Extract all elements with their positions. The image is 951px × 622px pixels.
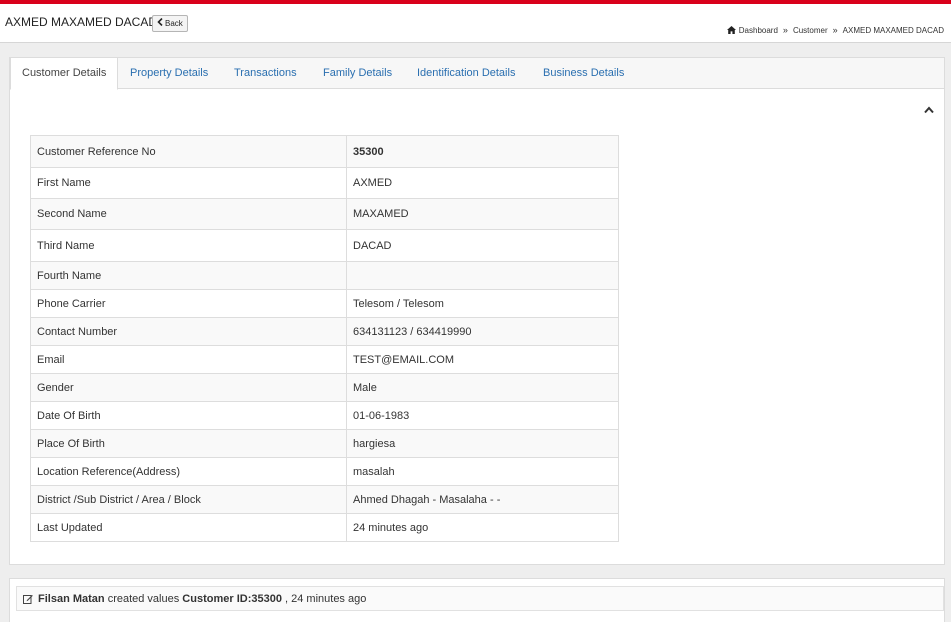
detail-value: Ahmed Dhagah - Masalaha - - <box>346 485 619 514</box>
chevron-up-icon <box>924 106 934 114</box>
table-row: Second Name MAXAMED <box>30 198 619 230</box>
table-row: Place Of Birth hargiesa <box>30 429 619 458</box>
detail-value: 35300 <box>346 135 619 168</box>
activity-time: , 24 minutes ago <box>285 592 367 605</box>
activity-panel: Filsan Matan created values Customer ID:… <box>9 578 945 622</box>
detail-label: First Name <box>30 167 347 199</box>
detail-value: TEST@EMAIL.COM <box>346 345 619 374</box>
detail-label: District /Sub District / Area / Block <box>30 485 347 514</box>
detail-value: masalah <box>346 457 619 486</box>
table-row: First Name AXMED <box>30 167 619 199</box>
detail-label: Fourth Name <box>30 261 347 290</box>
tab-transactions[interactable]: Transactions <box>223 58 308 88</box>
detail-label: Third Name <box>30 229 347 262</box>
tab-property-details[interactable]: Property Details <box>119 58 219 88</box>
detail-label: Location Reference(Address) <box>30 457 347 486</box>
detail-label: Second Name <box>30 198 347 230</box>
detail-label: Email <box>30 345 347 374</box>
detail-value: 634131123 / 634419990 <box>346 317 619 346</box>
breadcrumb-current: AXMED MAXAMED DACAD <box>842 25 944 35</box>
home-icon <box>726 26 736 34</box>
detail-label: Phone Carrier <box>30 289 347 318</box>
table-row: Date Of Birth 01-06-1983 <box>30 401 619 430</box>
table-row: Last Updated 24 minutes ago <box>30 513 619 542</box>
detail-label: Customer Reference No <box>30 135 347 168</box>
edit-icon <box>23 594 38 604</box>
detail-value: MAXAMED <box>346 198 619 230</box>
breadcrumb-dashboard[interactable]: Dashboard <box>726 25 778 35</box>
customer-panel: Customer Details Property Details Transa… <box>9 57 945 565</box>
tab-business-details[interactable]: Business Details <box>532 58 635 88</box>
breadcrumb-separator: » <box>782 25 788 35</box>
page-title: AXMED MAXAMED DACAD <box>5 15 158 29</box>
table-row: Customer Reference No 35300 <box>30 135 619 168</box>
detail-value: hargiesa <box>346 429 619 458</box>
detail-value: AXMED <box>346 167 619 199</box>
detail-label: Place Of Birth <box>30 429 347 458</box>
chevron-left-icon <box>157 16 163 31</box>
table-row: District /Sub District / Area / Block Ah… <box>30 485 619 514</box>
detail-value: 24 minutes ago <box>346 513 619 542</box>
detail-value: Male <box>346 373 619 402</box>
back-button-label: Back <box>165 19 183 28</box>
table-row: Contact Number 634131123 / 634419990 <box>30 317 619 346</box>
activity-user[interactable]: Filsan Matan <box>38 593 105 605</box>
detail-value <box>346 261 619 290</box>
detail-value: DACAD <box>346 229 619 262</box>
activity-action: created values <box>107 592 180 605</box>
collapse-button[interactable] <box>924 106 934 114</box>
back-button[interactable]: Back <box>152 15 188 32</box>
breadcrumb: Dashboard » Customer » AXMED MAXAMED DAC… <box>726 25 944 35</box>
tab-bar: Customer Details Property Details Transa… <box>10 57 944 90</box>
table-row: Third Name DACAD <box>30 229 619 262</box>
tab-family-details[interactable]: Family Details <box>312 58 403 88</box>
table-row: Gender Male <box>30 373 619 402</box>
breadcrumb-separator: » <box>832 25 838 35</box>
detail-label: Last Updated <box>30 513 347 542</box>
customer-details-table: Customer Reference No 35300 First Name A… <box>30 135 619 542</box>
tab-identification-details[interactable]: Identification Details <box>406 58 526 88</box>
detail-value: Telesom / Telesom <box>346 289 619 318</box>
table-row: Phone Carrier Telesom / Telesom <box>30 289 619 318</box>
activity-log-item: Filsan Matan created values Customer ID:… <box>16 586 944 611</box>
table-row: Location Reference(Address) masalah <box>30 457 619 486</box>
detail-label: Date Of Birth <box>30 401 347 430</box>
breadcrumb-dashboard-label: Dashboard <box>738 25 778 35</box>
activity-subject: Customer ID:35300 <box>182 592 282 605</box>
table-row: Fourth Name <box>30 261 619 290</box>
page-header: AXMED MAXAMED DACAD Back Dashboard » Cus… <box>0 4 951 43</box>
tab-customer-details[interactable]: Customer Details <box>10 57 119 90</box>
detail-label: Gender <box>30 373 347 402</box>
table-row: Email TEST@EMAIL.COM <box>30 345 619 374</box>
detail-value: 01-06-1983 <box>346 401 619 430</box>
breadcrumb-customer[interactable]: Customer <box>793 26 828 35</box>
detail-label: Contact Number <box>30 317 347 346</box>
